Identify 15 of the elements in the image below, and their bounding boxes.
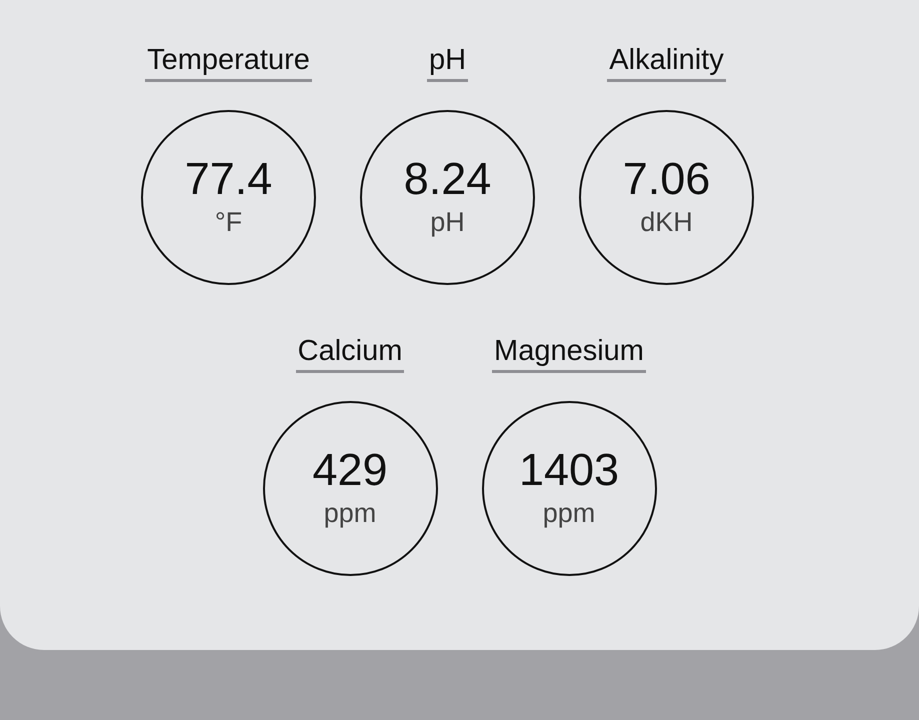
metric-label[interactable]: Magnesium — [492, 333, 646, 373]
reading-value: 7.06 — [622, 152, 710, 204]
reading-unit: °F — [214, 206, 242, 238]
metric-label[interactable]: Alkalinity — [607, 42, 726, 82]
metric-label[interactable]: pH — [426, 42, 468, 82]
reading-value: 429 — [312, 444, 388, 496]
reading-value: 1403 — [518, 444, 620, 496]
metric-label[interactable]: Calcium — [296, 333, 404, 373]
reading-value: 77.4 — [184, 152, 272, 204]
reading-unit: pH — [430, 206, 465, 238]
reading-unit: dKH — [640, 206, 693, 238]
reading-unit: ppm — [324, 496, 376, 530]
metric-label[interactable]: Temperature — [145, 42, 312, 82]
reading-unit: ppm — [542, 496, 596, 530]
reading-value: 8.24 — [404, 152, 492, 204]
